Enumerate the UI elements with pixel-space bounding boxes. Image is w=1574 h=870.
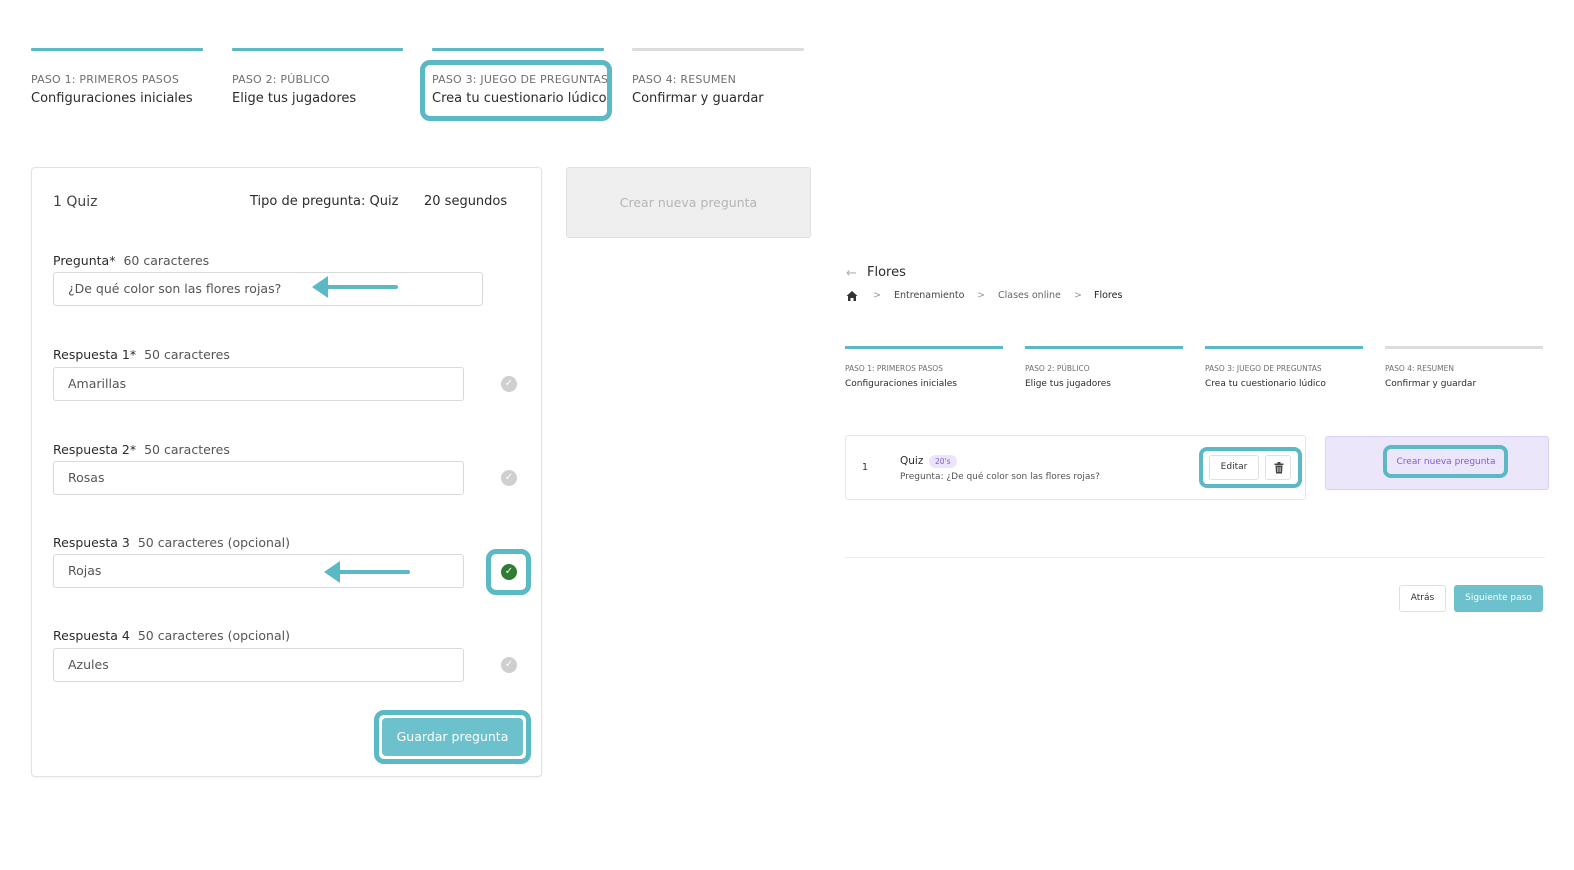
question-limit: 60 caracteres xyxy=(123,253,210,268)
question-label-text: Pregunta* xyxy=(53,253,116,268)
breadcrumb-item-clases-online[interactable]: Clases online xyxy=(998,290,1061,301)
back-button[interactable]: Atrás xyxy=(1399,585,1446,612)
answer-3-correct-toggle[interactable]: ✓ xyxy=(501,564,517,580)
summary-step-3-progress xyxy=(1205,346,1363,349)
step-1-progress xyxy=(31,48,203,51)
question-list-text: Pregunta: ¿De qué color son las flores r… xyxy=(900,472,1100,482)
step-1-title[interactable]: Configuraciones iniciales xyxy=(31,91,193,106)
step-2-kicker: PASO 2: PÚBLICO xyxy=(232,73,330,86)
page-title: Flores xyxy=(867,265,906,280)
answer-1-limit: 50 caracteres xyxy=(144,347,230,362)
summary-step-1-progress xyxy=(845,346,1003,349)
answer-4-label: Respuesta 4 50 caracteres (opcional) xyxy=(53,628,290,643)
next-step-button[interactable]: Siguiente paso xyxy=(1454,585,1543,612)
summary-step-2-kicker: PASO 2: PÚBLICO xyxy=(1025,364,1090,373)
step-3-highlight xyxy=(420,60,612,121)
summary-step-2-title[interactable]: Elige tus jugadores xyxy=(1025,379,1111,389)
breadcrumb-separator-icon: > xyxy=(873,290,881,301)
home-icon[interactable] xyxy=(846,290,858,302)
delete-question-button[interactable] xyxy=(1265,455,1291,480)
answer-1-input[interactable]: Amarillas xyxy=(53,367,464,401)
edit-question-button[interactable]: Editar xyxy=(1209,455,1259,480)
pointer-arrow-answer-3 xyxy=(324,561,410,583)
question-type-label[interactable]: Tipo de pregunta: Quiz xyxy=(250,194,398,209)
step-2-progress xyxy=(232,48,403,51)
answer-4-input[interactable]: Azules xyxy=(53,648,464,682)
step-4-kicker: PASO 4: RESUMEN xyxy=(632,73,737,86)
breadcrumb-separator-icon: > xyxy=(977,290,985,301)
breadcrumb-separator-icon: > xyxy=(1074,290,1082,301)
question-number-type: 1 Quiz xyxy=(53,194,98,210)
create-new-question-button-disabled: Crear nueva pregunta xyxy=(566,167,811,238)
step-2-title[interactable]: Elige tus jugadores xyxy=(232,91,356,106)
question-time-badge: 20's xyxy=(929,455,957,468)
answer-4-label-text: Respuesta 4 xyxy=(53,628,130,643)
summary-step-1-title[interactable]: Configuraciones iniciales xyxy=(845,379,957,389)
question-list-number: 1 xyxy=(862,462,869,473)
answer-4-limit: 50 caracteres (opcional) xyxy=(137,628,290,643)
answer-2-label-text: Respuesta 2* xyxy=(53,442,137,457)
summary-step-4-title[interactable]: Confirmar y guardar xyxy=(1385,379,1476,389)
trash-icon xyxy=(1274,462,1284,474)
question-label: Pregunta* 60 caracteres xyxy=(53,253,209,268)
answer-2-correct-toggle[interactable]: ✓ xyxy=(501,470,517,486)
step-3-progress xyxy=(432,48,604,51)
answer-4-correct-toggle[interactable]: ✓ xyxy=(501,657,517,673)
footer-divider xyxy=(845,557,1545,558)
answer-3-limit: 50 caracteres (opcional) xyxy=(137,535,290,550)
answer-1-correct-toggle[interactable]: ✓ xyxy=(501,376,517,392)
summary-step-2-progress xyxy=(1025,346,1183,349)
summary-step-1-kicker: PASO 1: PRIMEROS PASOS xyxy=(845,364,943,373)
question-list-type: Quiz xyxy=(900,455,924,467)
step-4-progress xyxy=(632,48,804,51)
breadcrumb-item-current: Flores xyxy=(1094,290,1123,301)
pointer-arrow-question xyxy=(312,276,398,298)
summary-step-3-kicker: PASO 3: JUEGO DE PREGUNTAS xyxy=(1205,364,1322,373)
answer-2-label: Respuesta 2* 50 caracteres xyxy=(53,442,230,457)
answer-2-input[interactable]: Rosas xyxy=(53,461,464,495)
save-question-button[interactable]: Guardar pregunta xyxy=(382,718,523,756)
answer-1-label-text: Respuesta 1* xyxy=(53,347,137,362)
summary-step-4-progress xyxy=(1385,346,1543,349)
summary-step-4-kicker: PASO 4: RESUMEN xyxy=(1385,364,1454,373)
back-arrow-icon[interactable]: ← xyxy=(846,266,857,281)
step-4-title[interactable]: Confirmar y guardar xyxy=(632,91,764,106)
breadcrumb-item-entrenamiento[interactable]: Entrenamiento xyxy=(894,290,964,301)
summary-step-3-title[interactable]: Crea tu cuestionario lúdico xyxy=(1205,379,1326,389)
answer-3-label-text: Respuesta 3 xyxy=(53,535,130,550)
question-input[interactable]: ¿De qué color son las flores rojas? xyxy=(53,272,483,306)
step-1-kicker: PASO 1: PRIMEROS PASOS xyxy=(31,73,180,86)
answer-2-limit: 50 caracteres xyxy=(144,442,230,457)
answer-1-label: Respuesta 1* 50 caracteres xyxy=(53,347,230,362)
create-new-question-button[interactable]: Crear nueva pregunta xyxy=(1388,450,1504,474)
question-duration[interactable]: 20 segundos xyxy=(424,194,507,209)
answer-3-label: Respuesta 3 50 caracteres (opcional) xyxy=(53,535,290,550)
